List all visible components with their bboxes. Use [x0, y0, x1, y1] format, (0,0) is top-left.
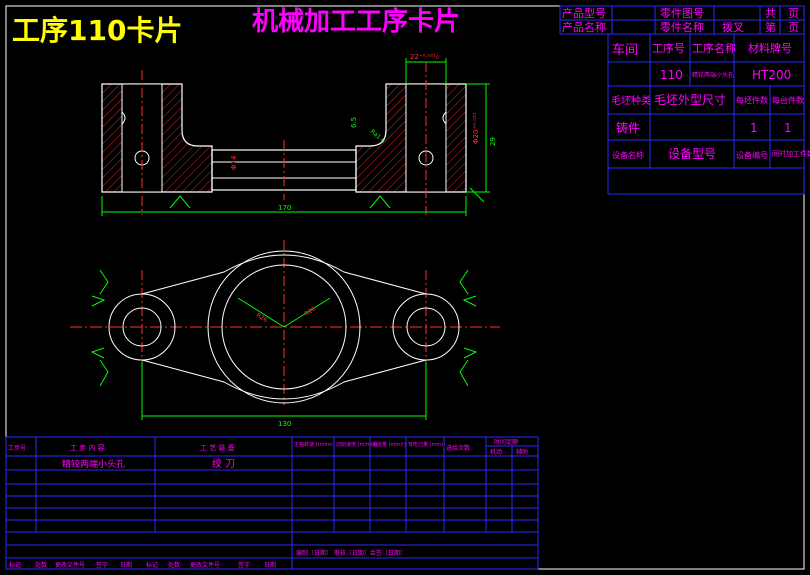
svg-text:处数: 处数	[35, 561, 47, 569]
card-title-left: 工序110卡片	[12, 14, 182, 47]
top-view: R26 R26 130	[70, 240, 500, 428]
svg-text:日期: 日期	[264, 561, 276, 569]
col-depth: 背吃刀量 (mm)	[408, 441, 443, 448]
col-tooling: 工 艺 装 备	[200, 443, 235, 452]
blank-size-label: 毛坯外型尺寸	[654, 93, 726, 107]
process-table-grid	[5, 436, 539, 570]
dim-bore-right: Φ20⁺⁰·⁰²¹	[472, 112, 480, 144]
equip-model-label: 设备型号	[668, 147, 716, 161]
equip-name-label: 设备名称	[612, 150, 644, 160]
dim-bore: Φ14	[230, 155, 238, 170]
col-time-aux: 辅助	[516, 448, 528, 456]
blank-type-label: 毛坯种类	[611, 94, 651, 107]
svg-text:更改文件号: 更改文件号	[55, 561, 85, 569]
info-table-grid	[607, 33, 805, 195]
col-step-content: 工 步 内 容	[70, 443, 105, 452]
drawing-canvas: 产品型号 产品名称 零件图号 零件名称 拨叉 共 页 第 页 工序110卡片 机…	[5, 5, 810, 570]
material-grade-label: 材料牌号	[748, 41, 792, 55]
row1-tool: 绞 刀	[212, 457, 235, 470]
svg-text:标记: 标记	[146, 561, 158, 569]
product-model-label: 产品型号	[562, 6, 606, 20]
footer-signoff: 编制（日期） 审核（日期）会签（日期）	[296, 549, 406, 557]
part-drawing-no-label: 零件图号	[660, 7, 704, 20]
front-view: 170 22⁺⁰·⁰²¹₀ Φ20⁺⁰·⁰²¹ 29 Φ14 6.5 Ra1.6	[101, 53, 497, 216]
simul-count-label: 同时加工件数	[772, 149, 810, 158]
dim-slot: 22⁺⁰·⁰²¹₀	[410, 53, 439, 61]
svg-text:更改文件号: 更改文件号	[190, 561, 220, 569]
dim-depth: 29	[489, 137, 497, 146]
part-name-label: 零件名称	[660, 20, 704, 34]
roughness-mark: Ra1.6	[369, 128, 387, 145]
dim-r-left: R26	[255, 312, 269, 324]
per-blank-value: 1	[750, 121, 758, 135]
dim-step: 6.5	[350, 117, 358, 128]
page-unit: 页	[788, 21, 799, 34]
op-name-value: 精铰两端小头孔	[692, 71, 734, 79]
svg-text:签字: 签字	[238, 561, 250, 569]
dim-170: 170	[278, 204, 291, 212]
product-name-label: 产品名称	[562, 20, 606, 34]
col-spindle-speed: 主轴转速 (r/min)	[294, 441, 333, 448]
op-no-label: 工序号	[652, 41, 685, 55]
svg-text:处数: 处数	[168, 561, 180, 569]
per-unit-value: 1	[784, 121, 792, 135]
part-name-value: 拨叉	[722, 20, 744, 34]
total-unit: 页	[788, 7, 799, 20]
footer-marks: 标记 处数 更改文件号 签字 日期 标记 处数 更改文件号 签字 日期	[9, 561, 276, 569]
material-value: HT200	[752, 68, 791, 82]
col-feed: 进给量 (mm/r)	[372, 441, 406, 448]
per-blank-count-label: 每坯件数	[736, 95, 768, 105]
svg-text:签字: 签字	[96, 561, 108, 569]
card-title-main: 机械加工工序卡片	[252, 6, 460, 37]
svg-text:标记: 标记	[9, 561, 21, 569]
op-name-label: 工序名称	[692, 41, 736, 55]
page-label: 第	[765, 20, 776, 34]
svg-text:日期: 日期	[120, 561, 132, 569]
blank-type-value: 铸件	[616, 120, 640, 135]
col-passes: 进给次数	[446, 444, 470, 452]
row1-content: 精铰两端小头孔	[62, 458, 125, 470]
col-time-machine: 机动	[490, 448, 502, 456]
col-step-no: 工步号	[8, 444, 26, 452]
op-no-value: 110	[660, 68, 683, 82]
total-label: 共	[765, 7, 776, 20]
workshop-label: 车间	[612, 42, 638, 58]
equip-no-label: 设备编号	[736, 150, 768, 160]
dim-130: 130	[278, 420, 291, 428]
per-unit-count-label: 每台件数	[772, 95, 804, 105]
col-time: 时间定额	[494, 438, 518, 446]
